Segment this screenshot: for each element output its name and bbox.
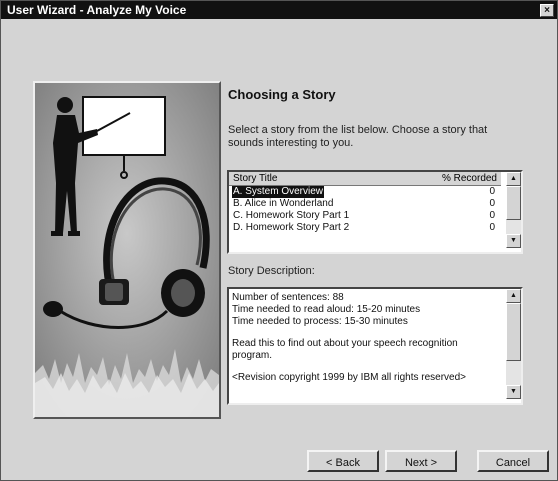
- story-recorded-value: 0: [489, 198, 495, 209]
- story-description-label: Story Description:: [228, 265, 315, 277]
- story-description-box[interactable]: Number of sentences: 88 Time needed to r…: [227, 287, 523, 405]
- scroll-up-button[interactable]: ▲: [506, 289, 521, 303]
- wizard-illustration: [33, 81, 221, 419]
- story-row[interactable]: A. System Overview 0: [229, 186, 501, 198]
- description-process-time: Time needed to process: 15-30 minutes: [232, 316, 408, 327]
- description-copyright: <Revision copyright 1999 by IBM all righ…: [232, 372, 467, 383]
- cancel-button[interactable]: Cancel: [477, 450, 549, 472]
- story-recorded-value: 0: [489, 210, 495, 221]
- list-header: Story Title % Recorded: [229, 172, 501, 186]
- scroll-thumb[interactable]: [506, 303, 521, 361]
- column-header-recorded[interactable]: % Recorded: [442, 172, 497, 185]
- back-button[interactable]: < Back: [307, 450, 379, 472]
- title-bar[interactable]: User Wizard - Analyze My Voice ×: [1, 1, 557, 19]
- story-listbox[interactable]: Story Title % Recorded A. System Overvie…: [227, 170, 523, 254]
- presenter-headset-icon: [35, 83, 219, 417]
- story-row[interactable]: B. Alice in Wonderland 0: [229, 198, 501, 210]
- story-list-scrollbar[interactable]: ▲ ▼: [506, 172, 521, 248]
- next-button[interactable]: Next >: [385, 450, 457, 472]
- scroll-down-button[interactable]: ▼: [506, 234, 521, 248]
- window-title: User Wizard - Analyze My Voice: [7, 3, 187, 17]
- column-header-story-title[interactable]: Story Title: [233, 172, 277, 185]
- back-button-label: < Back: [326, 457, 360, 469]
- scroll-up-button[interactable]: ▲: [506, 172, 521, 186]
- page-title: Choosing a Story: [228, 87, 336, 102]
- story-title: C. Homework Story Part 1: [233, 210, 350, 221]
- cancel-button-label: Cancel: [495, 457, 531, 469]
- story-row[interactable]: C. Homework Story Part 1 0: [229, 210, 501, 222]
- description-read-time: Time needed to read aloud: 15-20 minutes: [232, 304, 421, 315]
- story-description-text: Number of sentences: 88 Time needed to r…: [232, 292, 500, 384]
- story-title: B. Alice in Wonderland: [233, 198, 334, 209]
- description-scrollbar[interactable]: ▲ ▼: [506, 289, 521, 399]
- description-paragraph: Read this to find out about your speech …: [232, 338, 458, 361]
- next-button-label: Next >: [404, 457, 438, 469]
- story-title: A. System Overview: [232, 186, 325, 198]
- description-sentences: Number of sentences: 88: [232, 292, 344, 303]
- instructions-text: Select a story from the list below. Choo…: [228, 124, 488, 149]
- story-recorded-value: 0: [489, 222, 495, 233]
- story-title: D. Homework Story Part 2: [233, 222, 350, 233]
- story-recorded-value: 0: [489, 186, 495, 197]
- scroll-down-button[interactable]: ▼: [506, 385, 521, 399]
- story-row[interactable]: D. Homework Story Part 2 0: [229, 222, 501, 234]
- close-button[interactable]: ×: [540, 4, 554, 17]
- wizard-window: User Wizard - Analyze My Voice × Choosin…: [0, 0, 558, 481]
- scroll-thumb[interactable]: [506, 186, 521, 220]
